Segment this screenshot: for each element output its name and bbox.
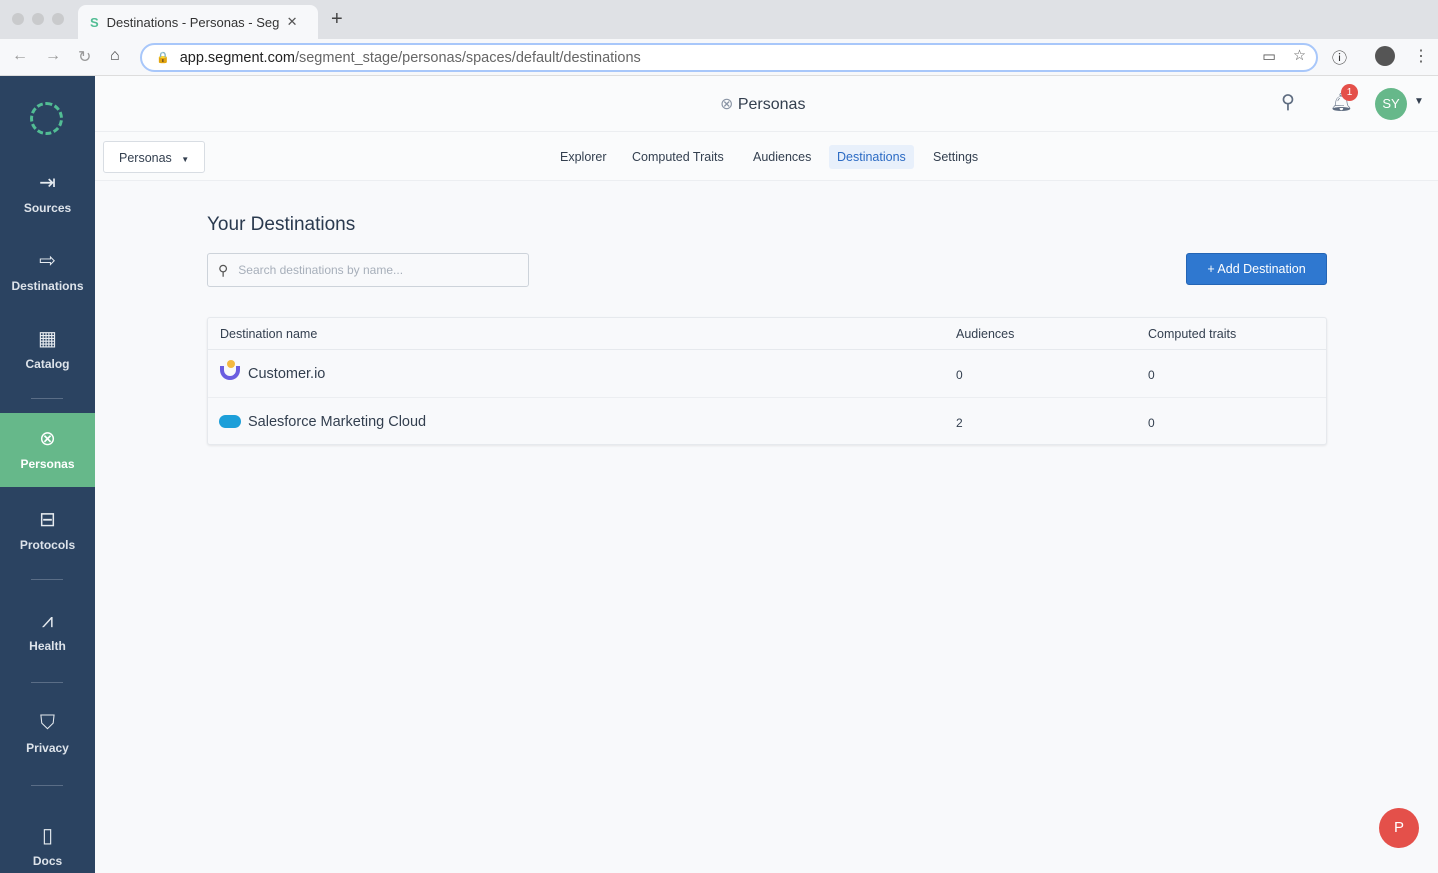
salesforce-logo-icon [219, 415, 241, 428]
sidebar: ⇥ Sources ⇨ Destinations ▦ Catalog ⊗ Persona… [0, 76, 95, 873]
divider [31, 579, 63, 580]
home-icon[interactable]: ⌂ [110, 47, 120, 65]
extension-icon[interactable]: ⓘ [1332, 47, 1347, 68]
sidebar-label: Docs [32, 854, 63, 868]
docs-icon: ▯ [41, 825, 53, 847]
sidebar-item-sources[interactable]: ⇥ Sources [0, 170, 95, 215]
notification-badge: 1 [1341, 84, 1358, 101]
space-selector-dropdown[interactable]: Personas ▼ [103, 141, 205, 173]
space-selector-label: Personas [119, 151, 172, 165]
sidebar-item-protocols[interactable]: ⊟ Protocols [0, 507, 95, 552]
bookmark-star-icon[interactable]: ☆ [1293, 48, 1306, 64]
search-icon[interactable]: ⚲ [1281, 91, 1295, 114]
health-icon: ⩘ [41, 610, 54, 632]
caret-down-icon: ▼ [181, 155, 190, 164]
segment-favicon-icon: S [90, 14, 99, 30]
catalog-icon: ▦ [38, 328, 57, 350]
tab-audiences[interactable]: Audiences [745, 145, 819, 169]
browser-tab-bar: S Destinations - Personas - Segment ✕ + [0, 0, 1438, 39]
divider [31, 682, 63, 683]
column-header-computed-traits: Computed traits [1148, 327, 1237, 341]
header-title-text: Personas [737, 96, 806, 113]
sidebar-item-destinations[interactable]: ⇨ Destinations [0, 248, 95, 293]
destination-name[interactable]: Salesforce Marketing Cloud [248, 414, 426, 430]
audiences-count: 2 [956, 416, 963, 430]
new-tab-button[interactable]: + [331, 8, 343, 31]
back-icon[interactable]: ← [12, 47, 28, 65]
computed-traits-count: 0 [1148, 416, 1155, 430]
chevron-down-icon[interactable]: ▼ [1414, 96, 1424, 107]
audiences-count: 0 [956, 368, 963, 382]
privacy-icon: ⛉ [40, 712, 55, 734]
table-row[interactable]: Customer.io 0 0 [208, 350, 1326, 398]
help-chat-button[interactable]: P [1379, 808, 1419, 848]
maximize-window-button[interactable] [52, 13, 64, 25]
menu-icon[interactable]: ⋮ [1413, 46, 1429, 66]
address-bar: ← → ↻ ⌂ 🔒 app.segment.com/segment_stage/… [0, 39, 1438, 76]
add-destination-button[interactable]: + Add Destination [1186, 253, 1327, 285]
destinations-icon: ⇨ [39, 250, 56, 272]
sidebar-label: Protocols [19, 538, 76, 552]
segment-logo[interactable] [30, 102, 63, 135]
table-header: Destination name Audiences Computed trai… [208, 318, 1326, 350]
sub-navigation: Personas ▼ Explorer Computed Traits Audi… [95, 132, 1438, 181]
page-title: Your Destinations [207, 214, 356, 235]
search-placeholder: Search destinations by name... [238, 263, 404, 277]
tab-explorer[interactable]: Explorer [552, 145, 615, 169]
minimize-window-button[interactable] [32, 13, 44, 25]
url-input[interactable]: 🔒 app.segment.com/segment_stage/personas… [140, 43, 1318, 72]
url-host: app.segment.com [179, 49, 295, 66]
tab-computed-traits[interactable]: Computed Traits [624, 145, 732, 169]
protocols-icon: ⊟ [39, 509, 56, 531]
sidebar-label: Health [29, 639, 66, 653]
sidebar-label: Personas [20, 457, 75, 471]
sidebar-item-docs[interactable]: ▯ Docs [0, 823, 95, 868]
sources-icon: ⇥ [39, 172, 56, 194]
tab-destinations[interactable]: Destinations [829, 145, 914, 169]
forward-icon[interactable]: → [45, 47, 61, 65]
divider [31, 785, 63, 786]
page-header-title: ⊗ Personas [720, 94, 805, 114]
profile-avatar[interactable] [1375, 46, 1395, 66]
sidebar-item-catalog[interactable]: ▦ Catalog [0, 326, 95, 371]
cast-icon[interactable]: ▭ [1262, 49, 1276, 65]
search-icon: ⚲ [218, 261, 229, 278]
destinations-table: Destination name Audiences Computed trai… [207, 317, 1327, 445]
lock-icon: 🔒 [156, 52, 170, 64]
column-header-audiences: Audiences [956, 327, 1015, 341]
tab-title: Destinations - Personas - Segment [106, 14, 279, 30]
column-header-name: Destination name [220, 327, 318, 341]
divider [31, 398, 63, 399]
search-destinations-input[interactable]: ⚲ Search destinations by name... [207, 253, 529, 287]
sidebar-label: Privacy [26, 741, 69, 755]
personas-icon: ⊗ [720, 96, 734, 113]
computed-traits-count: 0 [1148, 368, 1155, 382]
personas-icon: ⊗ [39, 428, 56, 450]
destination-name[interactable]: Customer.io [248, 366, 325, 382]
close-tab-icon[interactable]: ✕ [287, 14, 298, 30]
browser-tab[interactable]: S Destinations - Personas - Segment ✕ [78, 5, 318, 39]
sidebar-label: Destinations [11, 279, 84, 293]
sidebar-item-privacy[interactable]: ⛉ Privacy [0, 712, 95, 755]
sidebar-item-health[interactable]: ⩘ Health [0, 610, 95, 653]
close-window-button[interactable] [12, 13, 24, 25]
tab-settings[interactable]: Settings [925, 145, 986, 169]
reload-icon[interactable]: ↻ [78, 47, 91, 67]
url-path: /segment_stage/personas/spaces/default/d… [294, 49, 641, 66]
app-header: ⊗ Personas ⚲ 🔔︎ 1 SY ▼ [95, 76, 1438, 132]
sidebar-label: Catalog [25, 357, 70, 371]
sidebar-item-personas[interactable]: ⊗ Personas [0, 413, 95, 487]
user-avatar[interactable]: SY [1375, 88, 1407, 120]
table-row[interactable]: Salesforce Marketing Cloud 2 0 [208, 398, 1326, 444]
customerio-logo-icon [220, 360, 240, 380]
sidebar-label: Sources [23, 201, 72, 215]
